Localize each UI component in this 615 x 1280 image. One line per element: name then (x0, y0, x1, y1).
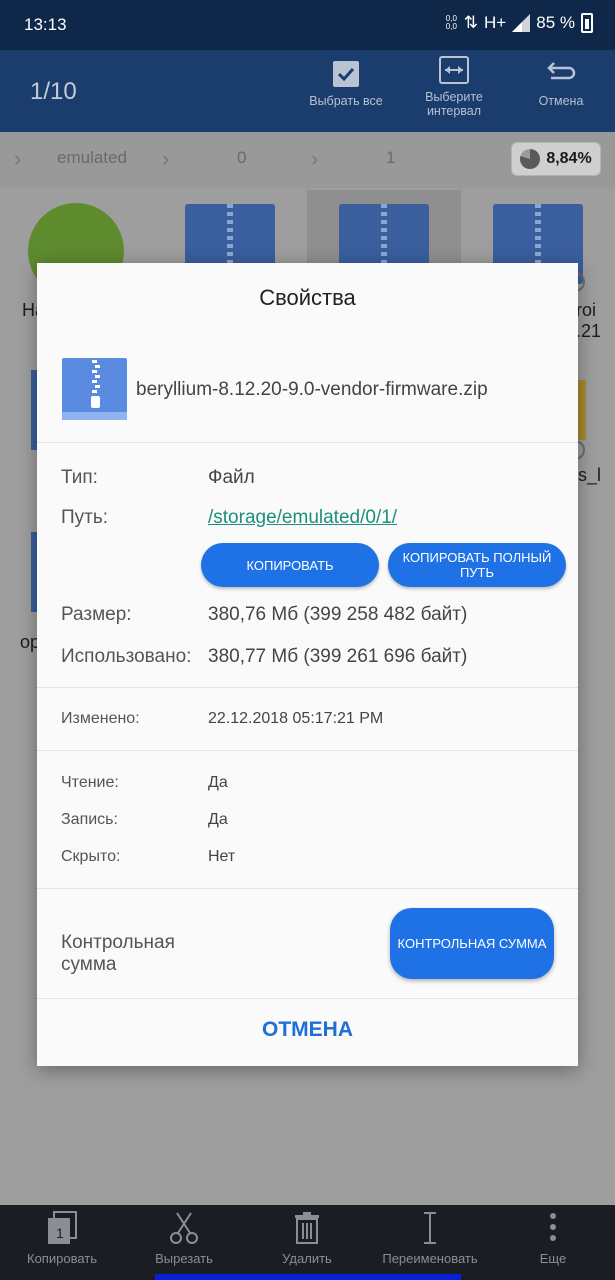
data-arrows-icon: ⇅ (463, 13, 479, 32)
clock: 13:13 (24, 15, 67, 34)
chevron-right-icon: › (311, 146, 319, 171)
type-label: Тип: (61, 467, 98, 488)
battery-icon (581, 13, 593, 33)
select-all-button[interactable]: Выбрать все (301, 60, 391, 108)
checksum-label: Контрольная сумма (61, 932, 175, 975)
file-label: s_l (578, 465, 602, 485)
file-label: roi .21 (576, 300, 602, 341)
divider (37, 687, 578, 688)
dialog-title: Свойства (259, 285, 356, 310)
divider (37, 888, 578, 889)
breadcrumb-item-emulated[interactable]: emulated (57, 148, 127, 168)
properties-dialog: Свойства beryllium-8.12.20-9.0-vendor-fi… (37, 263, 578, 1066)
breadcrumb: › emulated › 0 › 1 8,84% (0, 132, 615, 188)
hidden-label: Скрыто: (61, 848, 121, 865)
svg-text:1: 1 (56, 1225, 64, 1241)
text-cursor-icon (424, 1212, 436, 1244)
selection-count: 1/10 (30, 78, 77, 105)
more-action-button[interactable]: Еще (493, 1211, 613, 1266)
chevron-right-icon: › (14, 146, 22, 171)
divider (37, 998, 578, 999)
delete-action-button[interactable]: Удалить (247, 1211, 367, 1266)
cancel-button[interactable]: ОТМЕНА (37, 1018, 578, 1042)
breadcrumb-item-1[interactable]: 1 (386, 148, 395, 168)
status-bar: 13:13 0,0 0,0 ⇅ H+ 85 % (0, 0, 615, 50)
path-link[interactable]: /storage/emulated/0/1/ (208, 507, 397, 529)
path-label: Путь: (61, 507, 109, 528)
used-value: 380,77 Мб (399 261 696 байт) (208, 646, 468, 667)
chevron-right-icon: › (162, 146, 170, 171)
trash-icon (295, 1212, 319, 1244)
selection-toolbar: 1/10 Выбрать все Выберите интервал Отмен… (0, 50, 615, 132)
write-value: Да (208, 811, 228, 828)
write-label: Запись: (61, 811, 118, 828)
copy-full-path-button[interactable]: КОПИРОВАТЬ ПОЛНЫЙ ПУТЬ (388, 543, 566, 587)
checkbox-icon (333, 61, 359, 87)
network-type: H+ (484, 13, 507, 32)
undo-icon (547, 62, 576, 80)
read-value: Да (208, 774, 228, 791)
divider (37, 442, 578, 443)
used-label: Использовано: (61, 646, 192, 667)
scissors-icon (170, 1212, 198, 1244)
copy-action-button[interactable]: 1 Копировать (2, 1211, 122, 1266)
bottom-action-bar: 1 Копировать Вырезать Удалить Переименов… (0, 1205, 615, 1280)
divider (37, 750, 578, 751)
more-vertical-icon (550, 1213, 556, 1241)
cancel-selection-button[interactable]: Отмена (516, 60, 606, 108)
read-label: Чтение: (61, 774, 119, 791)
size-value: 380,76 Мб (399 258 482 байт) (208, 604, 468, 625)
navigation-bar-indicator (155, 1274, 461, 1280)
type-value: Файл (208, 467, 255, 488)
pie-chart-icon (520, 149, 541, 169)
breadcrumb-item-0[interactable]: 0 (237, 148, 246, 168)
modified-label: Изменено: (61, 710, 140, 727)
copy-icon: 1 (48, 1211, 77, 1244)
select-range-button[interactable]: Выберите интервал (409, 56, 499, 118)
rename-action-button[interactable]: Переименовать (370, 1211, 490, 1266)
hidden-value: Нет (208, 848, 236, 865)
modified-value: 22.12.2018 05:17:21 PM (208, 710, 384, 727)
copy-button[interactable]: КОПИРОВАТЬ (201, 543, 379, 587)
zip-file-icon (62, 358, 127, 420)
signal-icon (512, 14, 531, 32)
range-icon (439, 56, 469, 84)
data-rate-indicator: 0,0 0,0 (445, 14, 457, 31)
storage-usage-badge[interactable]: 8,84% (511, 142, 601, 176)
file-name: beryllium-8.12.20-9.0-vendor-firmware.zi… (136, 379, 488, 400)
battery-percent: 85 % (536, 13, 575, 32)
checksum-button[interactable]: КОНТРОЛЬНАЯ СУММА (390, 908, 554, 979)
size-label: Размер: (61, 604, 132, 625)
cut-action-button[interactable]: Вырезать (124, 1211, 244, 1266)
